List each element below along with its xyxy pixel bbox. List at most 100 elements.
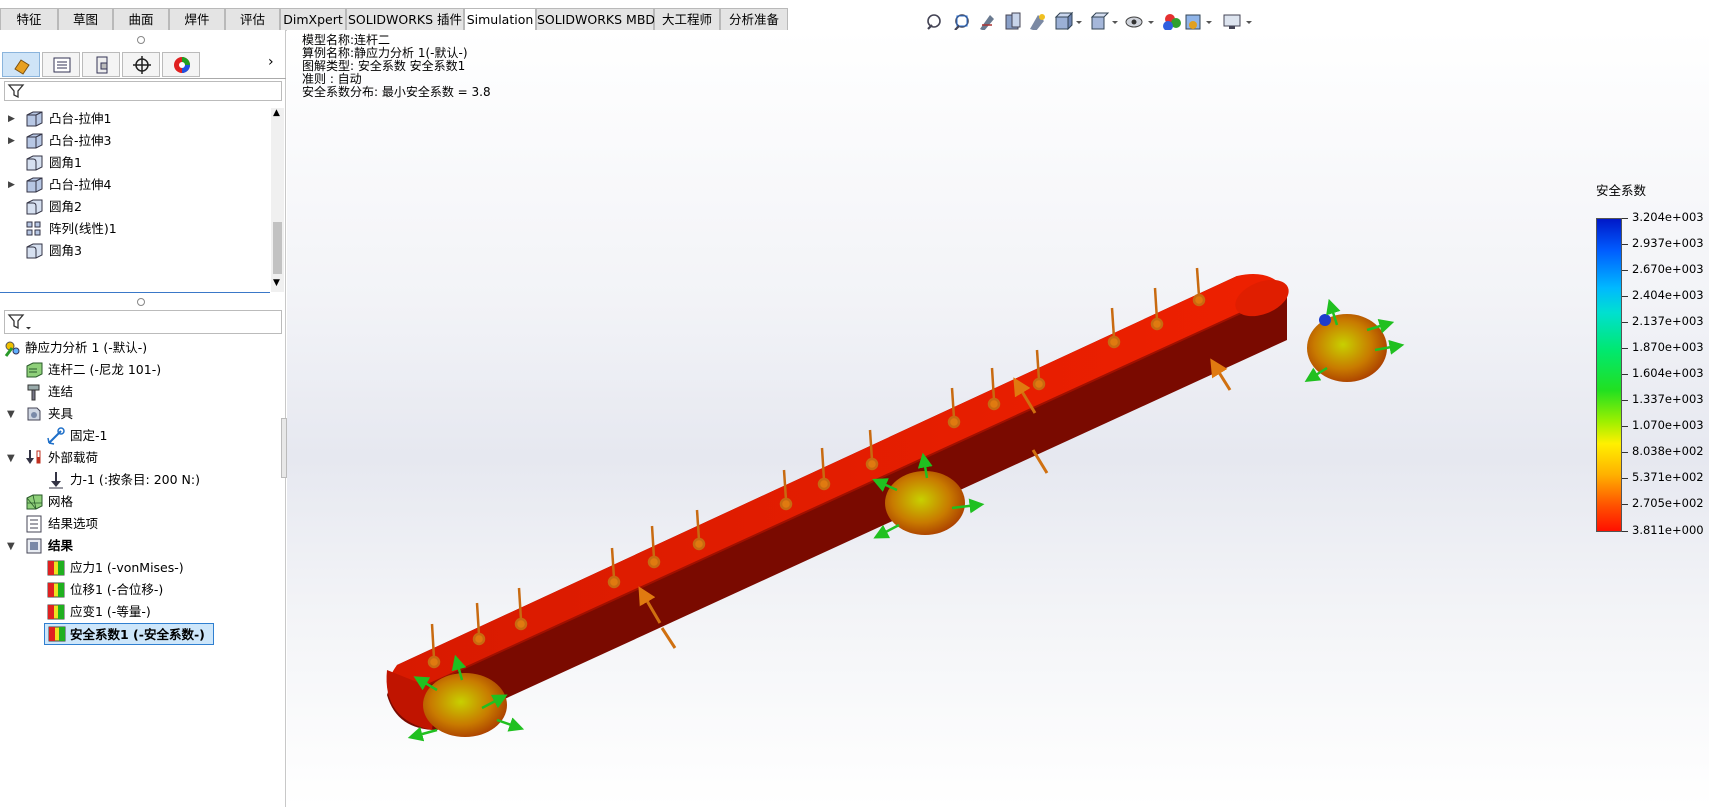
feature-tree-scrollbar[interactable]: ▲ ▼ bbox=[271, 108, 284, 292]
legend-tick-label: 8.038e+002 bbox=[1632, 444, 1704, 458]
tree-item-linear-pattern1[interactable]: 阵列(线性)1 bbox=[0, 218, 272, 240]
view-orientation-icon[interactable] bbox=[1054, 11, 1082, 31]
scroll-up-arrow-icon[interactable]: ▲ bbox=[273, 108, 280, 118]
view-settings-icon[interactable] bbox=[1223, 14, 1252, 29]
fixed-geometry-icon bbox=[47, 427, 65, 445]
tab-dimxpertmanager[interactable] bbox=[122, 52, 160, 77]
tree-item-factor-of-safety1[interactable]: 安全系数1 (-安全系数-) bbox=[44, 623, 214, 645]
tree-item-boss-extrude1[interactable]: ▶ 凸台-拉伸1 bbox=[0, 108, 272, 130]
tree-item-label: 位移1 (-合位移-) bbox=[70, 582, 164, 597]
boss-extrude-icon bbox=[26, 133, 43, 149]
collapse-arrow-icon[interactable]: ▼ bbox=[7, 536, 15, 558]
tab-features[interactable]: 特征 bbox=[0, 8, 58, 30]
tree-item-mesh[interactable]: 网格 bbox=[0, 491, 280, 513]
zoom-to-fit-icon[interactable] bbox=[927, 14, 941, 30]
legend-tick-label: 2.137e+003 bbox=[1632, 314, 1704, 328]
legend-tick-mark bbox=[1622, 531, 1628, 532]
tree-item-displacement1[interactable]: 位移1 (-合位移-) bbox=[0, 579, 280, 601]
legend-color-bar[interactable] bbox=[1596, 218, 1622, 532]
load-arrow-icon bbox=[1031, 449, 1049, 474]
legend-tick-mark bbox=[1622, 244, 1628, 245]
zoom-to-area-icon[interactable] bbox=[954, 14, 969, 31]
tree-item-label: 夹具 bbox=[48, 406, 74, 421]
tree-item-fillet1[interactable]: 圆角1 bbox=[0, 152, 272, 174]
tab-propertymanager[interactable] bbox=[42, 52, 80, 77]
section-view-icon[interactable] bbox=[1005, 12, 1021, 30]
result-plot-icon bbox=[47, 582, 65, 598]
dimxpertmanager-icon bbox=[133, 56, 151, 74]
expand-arrow-icon[interactable]: ▶ bbox=[8, 174, 15, 196]
collapse-arrow-icon[interactable]: ▼ bbox=[7, 448, 15, 470]
scrollbar-thumb[interactable] bbox=[273, 222, 282, 274]
external-loads-icon bbox=[26, 450, 41, 464]
tab-analysis-prep[interactable]: 分析准备 bbox=[720, 8, 788, 30]
apply-scene-icon[interactable] bbox=[1185, 14, 1212, 30]
graphics-area[interactable] bbox=[287, 30, 1709, 807]
panel-splitter-handle[interactable] bbox=[137, 298, 145, 306]
panel-expand-chevron-icon[interactable]: › bbox=[268, 54, 274, 70]
feature-filter-bar[interactable] bbox=[4, 81, 282, 101]
legend-tick-mark bbox=[1622, 400, 1628, 401]
collapse-arrow-icon[interactable]: ▼ bbox=[7, 404, 15, 426]
legend-tick-mark bbox=[1622, 296, 1628, 297]
tree-item-force-1[interactable]: 力-1 (:按条目: 200 N:) bbox=[0, 469, 280, 491]
expand-arrow-icon[interactable]: ▶ bbox=[8, 130, 15, 152]
tree-item-part-material[interactable]: 连杆二 (-尼龙 101-) bbox=[0, 359, 280, 381]
fixtures-icon bbox=[27, 407, 41, 421]
displaymanager-icon bbox=[174, 57, 190, 73]
legend-tick-mark bbox=[1622, 452, 1628, 453]
tree-item-strain1[interactable]: 应变1 (-等量-) bbox=[0, 601, 280, 623]
tab-sketch[interactable]: 草图 bbox=[58, 8, 113, 30]
fos-model-render bbox=[386, 267, 1405, 742]
tree-item-label: 结果 bbox=[48, 538, 74, 553]
tree-item-label: 网格 bbox=[48, 494, 74, 509]
fillet-icon bbox=[26, 155, 43, 171]
study-filter-bar[interactable] bbox=[4, 310, 282, 334]
tree-item-label: 固定-1 bbox=[70, 428, 108, 443]
force-arrow-icon bbox=[472, 602, 486, 646]
tab-surfaces[interactable]: 曲面 bbox=[113, 8, 169, 30]
legend-tick-label: 1.870e+003 bbox=[1632, 340, 1704, 354]
edit-appearance-icon[interactable] bbox=[1163, 14, 1181, 31]
tab-configurationmanager[interactable] bbox=[82, 52, 120, 77]
tree-item-label: 力-1 (:按条目: 200 N:) bbox=[70, 472, 200, 487]
tree-item-stress1[interactable]: 应力1 (-vonMises-) bbox=[0, 557, 280, 579]
previous-view-icon[interactable] bbox=[980, 15, 994, 31]
display-style-icon[interactable] bbox=[1090, 12, 1118, 30]
feature-manager-panel: › ▶ 凸台-拉伸1 ▶ 凸台-拉伸3 圆角1 ▶ 凸台-拉伸4 圆角2 阵列(… bbox=[0, 30, 287, 807]
tree-item-label: 圆角1 bbox=[49, 155, 82, 170]
tree-item-connections[interactable]: 连结 bbox=[0, 381, 280, 403]
tree-item-boss-extrude3[interactable]: ▶ 凸台-拉伸3 bbox=[0, 130, 272, 152]
legend-tick-label: 3.811e+000 bbox=[1632, 523, 1704, 537]
connections-icon bbox=[27, 384, 40, 401]
tab-evaluate[interactable]: 评估 bbox=[225, 8, 280, 30]
tree-item-fixed-1[interactable]: 固定-1 bbox=[0, 425, 280, 447]
tab-solidworks-mbd[interactable]: SOLIDWORKS MBD bbox=[536, 8, 655, 30]
connecting-rod-part[interactable] bbox=[386, 273, 1294, 730]
tree-item-fillet2[interactable]: 圆角2 bbox=[0, 196, 272, 218]
scroll-down-arrow-icon[interactable]: ▼ bbox=[273, 278, 280, 288]
tree-item-static-study[interactable]: 静应力分析 1 (-默认-) bbox=[0, 337, 280, 359]
tree-item-result-options[interactable]: 结果选项 bbox=[0, 513, 280, 535]
tree-item-label: 外部载荷 bbox=[48, 450, 99, 465]
tab-simulation[interactable]: Simulation bbox=[464, 8, 536, 31]
panel-splitter-handle[interactable] bbox=[137, 36, 145, 44]
tree-item-results[interactable]: ▼ 结果 bbox=[0, 535, 280, 557]
tree-item-boss-extrude4[interactable]: ▶ 凸台-拉伸4 bbox=[0, 174, 272, 196]
dynamic-annotation-icon[interactable] bbox=[1030, 14, 1045, 31]
panel-tab-bar: › bbox=[0, 52, 286, 79]
expand-arrow-icon[interactable]: ▶ bbox=[8, 108, 15, 130]
boss-extrude-icon bbox=[26, 177, 43, 193]
tab-displaymanager[interactable] bbox=[162, 52, 200, 77]
tree-item-label: 圆角2 bbox=[49, 199, 82, 214]
tree-item-fixtures[interactable]: ▼ 夹具 bbox=[0, 403, 280, 425]
tab-weldments[interactable]: 焊件 bbox=[169, 8, 225, 30]
tab-dimxpert[interactable]: DimXpert bbox=[280, 8, 346, 30]
tab-featuremanager[interactable] bbox=[2, 52, 40, 77]
tree-item-external-loads[interactable]: ▼ 外部载荷 bbox=[0, 447, 280, 469]
hide-show-items-icon[interactable] bbox=[1125, 16, 1154, 28]
tab-solidworks-addins[interactable]: SOLIDWORKS 插件 bbox=[346, 8, 464, 30]
fillet-icon bbox=[26, 243, 43, 259]
tree-item-fillet3[interactable]: 圆角3 bbox=[0, 240, 272, 262]
tab-engineer[interactable]: 大工程师 bbox=[654, 8, 720, 30]
